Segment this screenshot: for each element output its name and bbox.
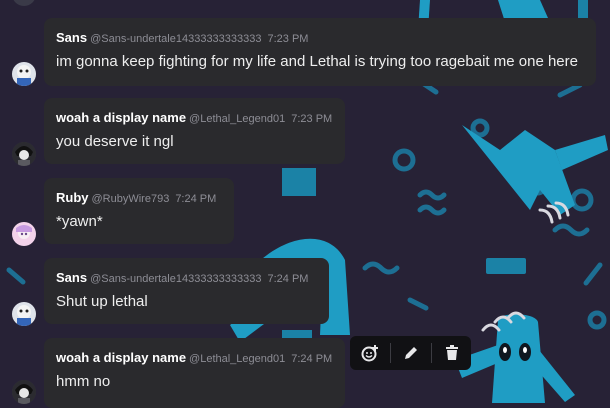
lethal-avatar-icon (12, 380, 36, 404)
message-bubble: Sans @Sans-undertale14333333333333 7:24 PM… (44, 258, 329, 324)
timestamp: 7:24 PM (267, 273, 309, 285)
edit-button[interactable] (391, 336, 431, 370)
message-text: Shut up lethal (56, 293, 148, 310)
timestamp: 7:24 PM (175, 193, 217, 205)
author-handle: @RubyWire793 (91, 193, 170, 205)
message-bubble: Ruby @RubyWire793 7:24 PM *yawn* (44, 178, 234, 244)
avatar[interactable] (12, 302, 36, 326)
author-name[interactable]: woah a display name (56, 350, 186, 365)
lethal-avatar-icon (12, 142, 36, 166)
author-name[interactable]: woah a display name (56, 110, 186, 125)
message-text: you deserve it ngl (56, 133, 174, 150)
sans-avatar-icon (12, 62, 36, 86)
author-name[interactable]: Ruby (56, 190, 89, 205)
ruby-avatar-icon (12, 222, 36, 246)
message-bubble: Sans @Sans-undertale14333333333333 7:23 PM… (44, 18, 596, 86)
delete-icon (446, 345, 458, 360)
author-name[interactable]: Sans (56, 270, 87, 285)
add-reaction-icon (361, 345, 378, 362)
delete-button[interactable] (432, 336, 472, 370)
message-bubble: woah a display name @Lethal_Legend01 7:24 … (44, 338, 345, 408)
message-text: im gonna keep fighting for my life and L… (56, 53, 578, 70)
timestamp: 7:23 PM (291, 113, 333, 125)
avatar[interactable] (12, 222, 36, 246)
avatar[interactable] (12, 62, 36, 86)
timestamp: 7:24 PM (291, 353, 333, 365)
sans-avatar-icon (12, 302, 36, 326)
author-handle: @Lethal_Legend01 (189, 353, 286, 365)
author-handle: @Sans-undertale14333333333333 (90, 273, 262, 285)
timestamp: 7:23 PM (267, 33, 309, 45)
message-action-toolbar (350, 336, 471, 370)
author-handle: @Sans-undertale14333333333333 (90, 33, 262, 45)
edit-icon (405, 347, 417, 359)
author-name[interactable]: Sans (56, 30, 87, 45)
message-text: hmm no (56, 373, 111, 390)
avatar[interactable] (12, 142, 36, 166)
author-handle: @Lethal_Legend01 (189, 113, 286, 125)
add-reaction-button[interactable] (350, 336, 390, 370)
message-bubble: woah a display name @Lethal_Legend01 7:23 … (44, 98, 345, 164)
avatar[interactable] (12, 380, 36, 404)
message-text: *yawn* (56, 213, 103, 230)
